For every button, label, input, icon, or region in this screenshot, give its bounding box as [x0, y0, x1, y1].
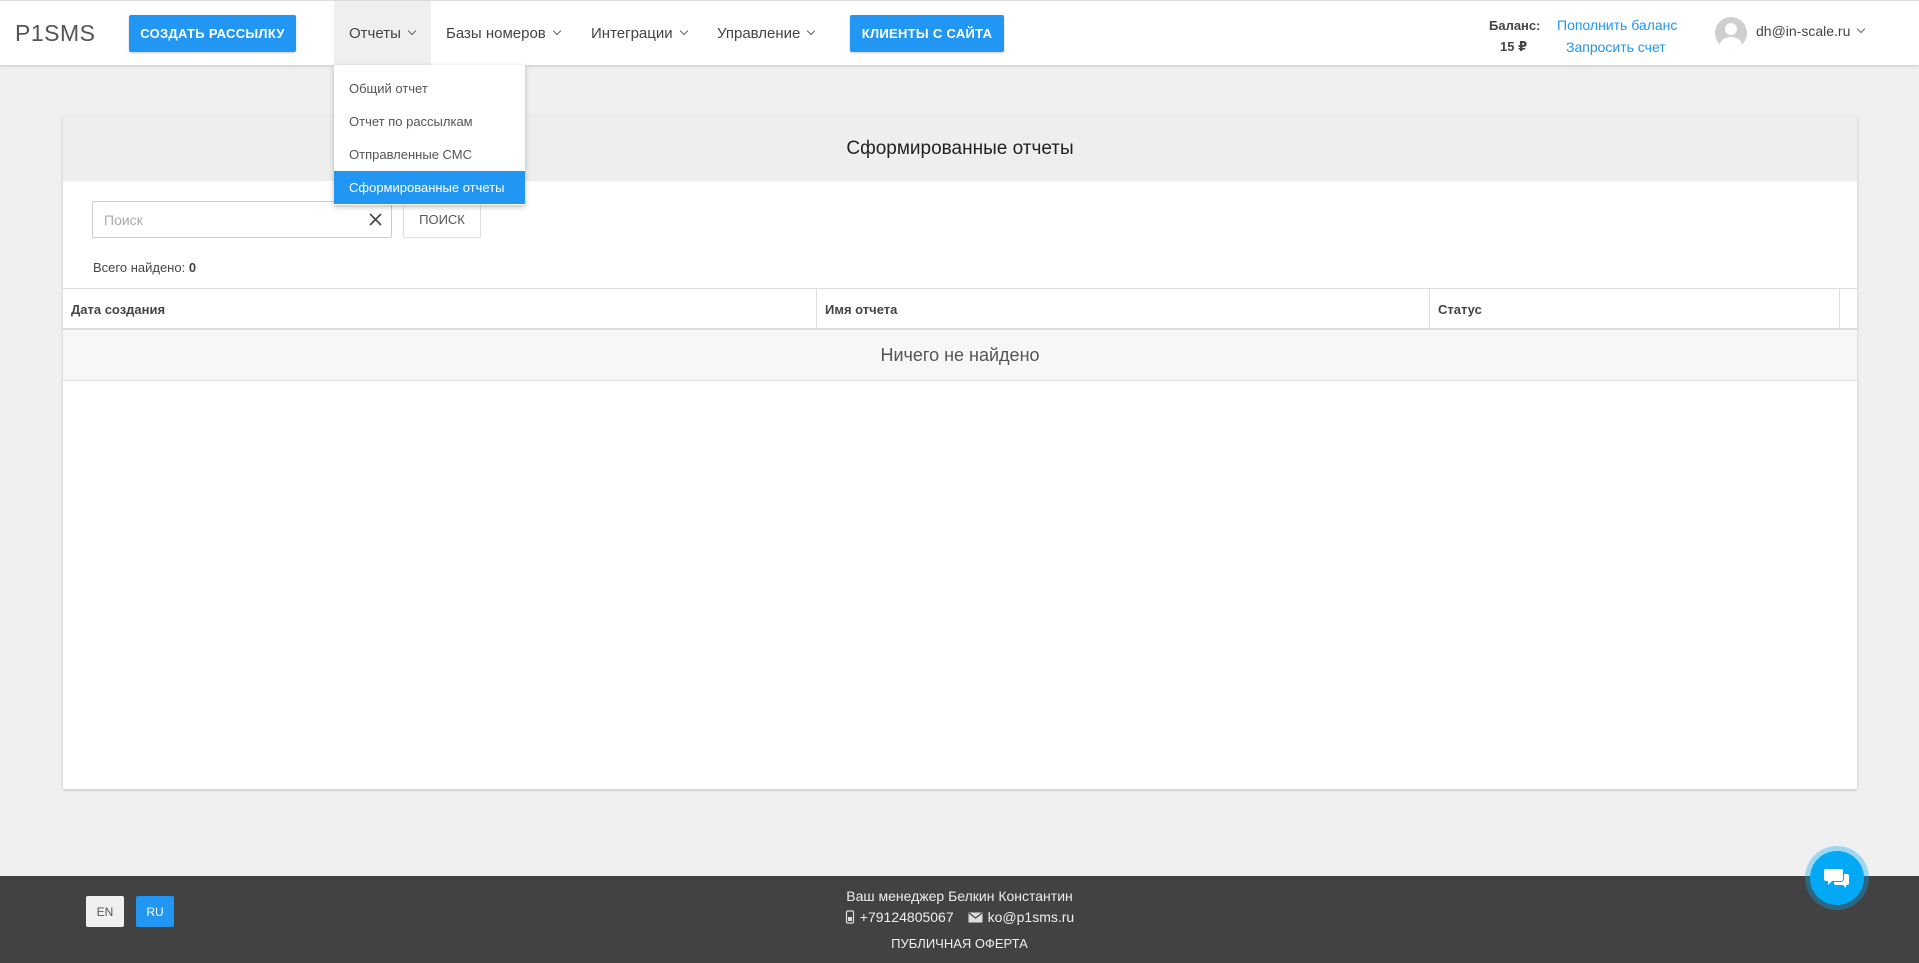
nav-integrations[interactable]: Интеграции: [576, 1, 702, 65]
user-menu[interactable]: dh@in-scale.ru: [1756, 23, 1866, 39]
chevron-down-icon: [807, 26, 816, 36]
nav-bases-label: Базы номеров: [446, 24, 546, 42]
logo[interactable]: P1SMS: [15, 20, 95, 47]
topup-balance-link[interactable]: Пополнить баланс: [1557, 17, 1677, 33]
manager-contacts: +79124805067 ko@p1sms.ru: [0, 909, 1919, 925]
phone-icon: [845, 910, 854, 924]
chevron-down-icon: [407, 26, 417, 36]
close-icon[interactable]: [368, 212, 383, 227]
found-count: Всего найдено: 0: [93, 260, 196, 275]
public-offer-link[interactable]: ПУБЛИЧНАЯ ОФЕРТА: [0, 936, 1919, 951]
mail-icon: [968, 912, 983, 922]
manager-name: Ваш менеджер Белкин Константин: [846, 888, 1073, 904]
footer: EN RU Ваш менеджер Белкин Константин +79…: [0, 876, 1919, 963]
manager-phone[interactable]: +79124805067: [860, 909, 954, 925]
found-value: 0: [188, 260, 197, 275]
search-box: [92, 201, 392, 238]
menu-item-campaign-report[interactable]: Отчет по рассылкам: [334, 105, 525, 138]
chat-button[interactable]: [1810, 851, 1864, 905]
nav-management-label: Управление: [717, 24, 801, 42]
balance-label: Баланс:: [1489, 18, 1541, 33]
reports-card: Сформированные отчеты поиск Всего найден…: [63, 116, 1857, 789]
table-header: Дата создания Имя отчета Статус: [63, 288, 1857, 330]
nav-integrations-label: Интеграции: [591, 24, 673, 42]
search-button[interactable]: поиск: [403, 201, 481, 238]
chevron-down-icon: [552, 26, 562, 36]
create-campaign-button[interactable]: СОЗДАТЬ РАССЫЛКУ: [129, 15, 296, 52]
top-navbar: P1SMS СОЗДАТЬ РАССЫЛКУ Отчеты Базы номер…: [0, 0, 1919, 65]
nav-number-bases[interactable]: Базы номеров: [431, 1, 575, 65]
request-invoice-link[interactable]: Запросить счет: [1566, 39, 1666, 55]
site-clients-button[interactable]: КЛИЕНТЫ С САЙТА: [850, 15, 1004, 52]
nav-reports[interactable]: Отчеты: [334, 1, 431, 65]
menu-item-generated-reports[interactable]: Сформированные отчеты: [334, 171, 525, 204]
reports-dropdown-menu: Общий отчет Отчет по рассылкам Отправлен…: [334, 65, 525, 205]
nav-reports-label: Отчеты: [349, 24, 401, 42]
column-header-status[interactable]: Статус: [1430, 289, 1840, 329]
manager-email[interactable]: ko@p1sms.ru: [988, 909, 1075, 925]
chevron-down-icon: [1857, 24, 1866, 34]
balance-value: 15 ₽: [1500, 39, 1528, 54]
found-label: Всего найдено:: [93, 260, 186, 275]
chat-icon: [1824, 869, 1849, 888]
search-input[interactable]: [93, 202, 353, 237]
chevron-down-icon: [679, 26, 688, 36]
empty-table-message: Ничего не найдено: [63, 330, 1857, 381]
column-header-report-name[interactable]: Имя отчета: [817, 289, 1430, 329]
menu-item-general-report[interactable]: Общий отчет: [334, 72, 525, 105]
menu-item-sent-sms[interactable]: Отправленные СМС: [334, 138, 525, 171]
user-email: dh@in-scale.ru: [1756, 23, 1851, 39]
nav-management[interactable]: Управление: [702, 1, 829, 65]
page-title: Сформированные отчеты: [63, 116, 1857, 181]
column-header-created-date[interactable]: Дата создания: [63, 289, 817, 329]
user-avatar-icon[interactable]: [1715, 17, 1747, 49]
